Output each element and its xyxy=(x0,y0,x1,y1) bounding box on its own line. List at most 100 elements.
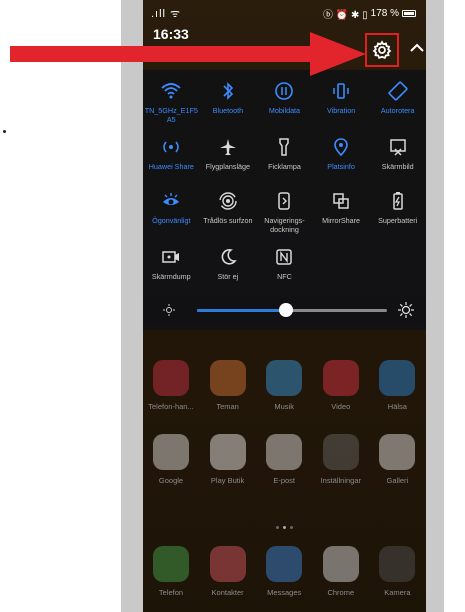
battery-icon xyxy=(402,10,416,17)
app-icon xyxy=(209,360,246,396)
app-label: Kontakter xyxy=(211,588,244,597)
huawei-share-icon xyxy=(160,136,182,158)
qs-tile-label: Ficklampa xyxy=(268,162,301,171)
home-screen: Telefon-han... Teman Musik Video Hälsa Google… xyxy=(143,330,426,612)
qs-tile-label: NFC xyxy=(277,272,292,281)
app-label: E-post xyxy=(273,476,296,485)
qs-tile-label: Mobildata xyxy=(268,106,301,115)
app-icon xyxy=(153,360,189,396)
app-icon xyxy=(153,434,189,470)
qs-tile-screen-record[interactable]: Skärmdump xyxy=(143,246,200,281)
app-label: Telefon-han... xyxy=(148,402,194,411)
qs-tile-label: Platsinfo xyxy=(327,162,355,171)
qs-tile-label: Vibration xyxy=(326,106,356,115)
app-label: Teman xyxy=(216,402,239,411)
qs-tile-super-battery[interactable]: Superbatteri xyxy=(369,190,426,234)
app-teman[interactable]: Teman xyxy=(200,360,256,411)
app-icon xyxy=(153,546,189,582)
page: .ıll ᯤ ⓑ ⏰ ✱ ▯ 178 % 16:33 Telefon-han..… xyxy=(0,0,465,612)
qs-tile-screenshot[interactable]: Skärmbild xyxy=(369,136,426,171)
app-icon xyxy=(379,546,416,582)
signal-icon: .ıll ᯤ xyxy=(151,8,182,20)
qs-tile-label: Trådlös surfzon xyxy=(203,216,253,225)
status-bar: .ıll ᯤ ⓑ ⏰ ✱ ▯ 178 % xyxy=(143,0,426,24)
app-label: Chrome xyxy=(327,588,355,597)
qs-tile-label: Flygplansläge xyxy=(205,162,251,171)
app-hälsa[interactable]: Hälsa xyxy=(369,360,425,411)
flashlight-icon xyxy=(273,136,295,158)
qs-tile-eye-comfort[interactable]: Ögonvänligt xyxy=(143,190,200,234)
battery-percent: 178 % xyxy=(370,8,399,19)
app-kamera[interactable]: Kamera xyxy=(369,546,425,597)
app-google[interactable]: Google xyxy=(143,434,199,485)
app-video[interactable]: Video xyxy=(313,360,369,411)
quick-settings-panel: TN_5GHz_E1F5 A5 Bluetooth Mobildata Vibrati… xyxy=(143,70,426,330)
qs-tile-wifi[interactable]: TN_5GHz_E1F5 A5 xyxy=(143,80,200,124)
app-play-butik[interactable]: Play Butik xyxy=(200,434,256,485)
qs-tile-bluetooth[interactable]: Bluetooth xyxy=(200,80,257,124)
vibration-icon xyxy=(330,80,352,102)
qs-tile-navigation-dock[interactable]: Navigerings-dockning xyxy=(256,190,313,234)
app-messages[interactable]: Messages xyxy=(256,546,312,597)
mobile-data-icon xyxy=(273,80,295,102)
app-label: Galleri xyxy=(386,476,409,485)
qs-tile-mobile-data[interactable]: Mobildata xyxy=(256,80,313,124)
page-dot xyxy=(290,526,293,529)
qs-tile-airplane[interactable]: Flygplansläge xyxy=(200,136,257,171)
app-kontakter[interactable]: Kontakter xyxy=(200,546,256,597)
qs-tile-location[interactable]: Platsinfo xyxy=(313,136,370,171)
qs-row-1: TN_5GHz_E1F5 A5 Bluetooth Mobildata Vibrati… xyxy=(143,80,426,124)
app-label: Kamera xyxy=(384,588,411,597)
qs-tile-label: Stör ej xyxy=(217,272,239,281)
status-icons: ⓑ ⏰ ✱ ▯ 178 % xyxy=(323,6,416,21)
navigation-dock-icon xyxy=(273,190,295,212)
phone-frame: .ıll ᯤ ⓑ ⏰ ✱ ▯ 178 % 16:33 Telefon-han..… xyxy=(121,0,444,612)
qs-tile-label: Skärmbild xyxy=(381,162,414,171)
app-musik[interactable]: Musik xyxy=(256,360,312,411)
qs-row-2: Huawei Share Flygplansläge Ficklampa Platsi… xyxy=(143,136,426,171)
status-indicator-icons: ⓑ ⏰ ✱ ▯ xyxy=(322,10,368,21)
screen-record-icon xyxy=(160,246,182,268)
app-icon xyxy=(266,546,303,582)
bluetooth-icon xyxy=(217,80,239,102)
qs-tile-autorotate[interactable]: Autorotera xyxy=(369,80,426,124)
location-icon xyxy=(330,136,352,158)
app-label: Musik xyxy=(274,402,294,411)
qs-tile-label: Navigerings-dockning xyxy=(264,216,305,234)
page-dot xyxy=(276,526,279,529)
qs-tile-huawei-share[interactable]: Huawei Share xyxy=(143,136,200,171)
do-not-disturb-icon xyxy=(217,246,239,268)
app-telefon-han-[interactable]: Telefon-han... xyxy=(143,360,199,411)
qs-tile-mirrorshare[interactable]: MirrorShare xyxy=(313,190,370,234)
eye-comfort-icon xyxy=(160,190,182,212)
app-label: Hälsa xyxy=(387,402,407,411)
app-chrome[interactable]: Chrome xyxy=(313,546,369,597)
brightness-high-icon xyxy=(398,302,414,318)
qs-tile-vibration[interactable]: Vibration xyxy=(313,80,370,124)
app-icon xyxy=(209,546,246,582)
qs-tile-do-not-disturb[interactable]: Stör ej xyxy=(200,246,257,281)
app-inställningar[interactable]: Inställningar xyxy=(313,434,369,485)
qs-row-3: Ögonvänligt Trådlös surfzon Navigerings-do… xyxy=(143,190,426,234)
chevron-up-icon xyxy=(410,43,424,52)
super-battery-icon xyxy=(387,190,409,212)
screenshot-icon xyxy=(387,136,409,158)
app-icon xyxy=(379,360,416,396)
app-label: Inställningar xyxy=(320,476,362,485)
app-icon xyxy=(209,434,246,470)
qs-tile-flashlight[interactable]: Ficklampa xyxy=(256,136,313,171)
app-label: Telefon xyxy=(158,588,184,597)
app-e-post[interactable]: E-post xyxy=(256,434,312,485)
qs-tile-label: Autorotera xyxy=(380,106,415,115)
app-icon xyxy=(322,434,359,470)
qs-tile-nfc[interactable]: NFC xyxy=(256,246,313,281)
annotation-arrow-icon xyxy=(10,32,366,76)
app-telefon[interactable]: Telefon xyxy=(143,546,199,597)
app-galleri[interactable]: Galleri xyxy=(369,434,425,485)
nfc-icon xyxy=(273,246,295,268)
collapse-button[interactable] xyxy=(407,38,426,58)
settings-button[interactable] xyxy=(365,33,399,67)
app-icon xyxy=(266,434,303,470)
wifi-icon xyxy=(160,80,182,102)
qs-tile-hotspot[interactable]: Trådlös surfzon xyxy=(200,190,257,234)
